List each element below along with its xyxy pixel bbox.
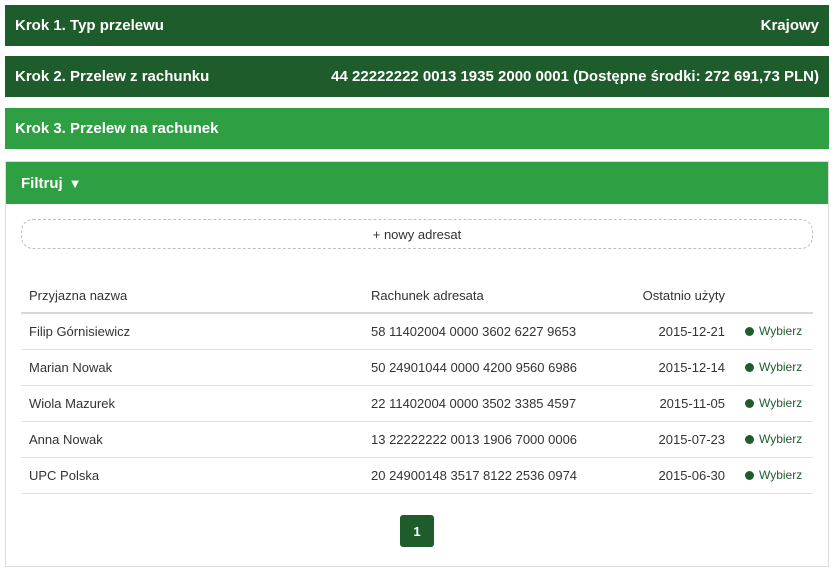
select-recipient-button[interactable]: Wybierz — [745, 396, 802, 410]
dot-icon — [745, 326, 754, 336]
dot-icon — [745, 434, 754, 444]
dot-icon — [745, 398, 754, 408]
table-row: Wiola Mazurek 22 11402004 0000 3502 3385… — [21, 385, 813, 422]
recipient-account: 13 22222222 0013 1906 7000 0006 — [363, 421, 619, 458]
column-header-action — [737, 279, 813, 314]
select-label: Wybierz — [759, 360, 803, 374]
select-recipient-button[interactable]: Wybierz — [745, 324, 802, 338]
recipient-account: 22 11402004 0000 3502 3385 4597 — [363, 385, 619, 422]
source-account-value: 44 22222222 0013 1935 2000 0001 (Dostępn… — [331, 68, 819, 85]
select-label: Wybierz — [759, 468, 803, 482]
step-2-header[interactable]: Krok 2. Przelew z rachunku 44 22222222 0… — [5, 56, 829, 97]
step-1-header[interactable]: Krok 1. Typ przelewu Krajowy — [5, 5, 829, 46]
dot-icon — [745, 470, 754, 480]
table-row: Anna Nowak 13 22222222 0013 1906 7000 00… — [21, 421, 813, 458]
column-header-account: Rachunek adresata — [363, 279, 619, 314]
page-1-button[interactable]: 1 — [400, 515, 434, 547]
step-3-header[interactable]: Krok 3. Przelew na rachunek — [5, 108, 829, 149]
recipient-name: Wiola Mazurek — [21, 385, 363, 422]
select-recipient-button[interactable]: Wybierz — [745, 432, 802, 446]
recipient-name: Anna Nowak — [21, 421, 363, 458]
last-used-date: 2015-12-14 — [619, 349, 737, 386]
select-recipient-button[interactable]: Wybierz — [745, 360, 802, 374]
recipients-table: Przyjazna nazwa Rachunek adresata Ostatn… — [21, 279, 813, 494]
triangle-down-icon: ▼ — [68, 175, 82, 191]
filter-toggle[interactable]: Filtruj ▼ — [6, 162, 828, 204]
table-row: UPC Polska 20 24900148 3517 8122 2536 09… — [21, 457, 813, 494]
step-1-title: Krok 1. Typ przelewu — [15, 17, 164, 34]
select-label: Wybierz — [759, 324, 803, 339]
recipient-name: Filip Górnisiewicz — [21, 313, 363, 350]
step-3-title: Krok 3. Przelew na rachunek — [15, 120, 219, 137]
table-row: Marian Nowak 50 24901044 0000 4200 9560 … — [21, 349, 813, 386]
new-recipient-button[interactable]: + nowy adresat — [21, 219, 813, 249]
filter-label: Filtruj — [21, 174, 63, 192]
recipient-name: UPC Polska — [21, 457, 363, 494]
step-2-title: Krok 2. Przelew z rachunku — [15, 68, 210, 85]
table-row: Filip Górnisiewicz 58 11402004 0000 3602… — [21, 313, 813, 350]
recipient-panel: Filtruj ▼ + nowy adresat Przyjazna nazwa… — [5, 161, 829, 567]
select-label: Wybierz — [759, 396, 803, 410]
table-header-row: Przyjazna nazwa Rachunek adresata Ostatn… — [21, 279, 813, 314]
last-used-date: 2015-07-23 — [619, 421, 737, 458]
select-recipient-button[interactable]: Wybierz — [745, 468, 802, 482]
last-used-date: 2015-12-21 — [619, 313, 737, 350]
dot-icon — [745, 362, 754, 372]
recipient-account: 58 11402004 0000 3602 6227 9653 — [363, 313, 619, 350]
column-header-last-used: Ostatnio użyty — [619, 279, 737, 314]
last-used-date: 2015-06-30 — [619, 457, 737, 494]
last-used-date: 2015-11-05 — [619, 385, 737, 422]
column-header-name: Przyjazna nazwa — [21, 279, 363, 314]
recipient-account: 50 24901044 0000 4200 9560 6986 — [363, 349, 619, 386]
recipient-account: 20 24900148 3517 8122 2536 0974 — [363, 457, 619, 494]
transfer-type-value: Krajowy — [760, 17, 819, 34]
select-label: Wybierz — [759, 432, 803, 446]
recipient-name: Marian Nowak — [21, 349, 363, 386]
